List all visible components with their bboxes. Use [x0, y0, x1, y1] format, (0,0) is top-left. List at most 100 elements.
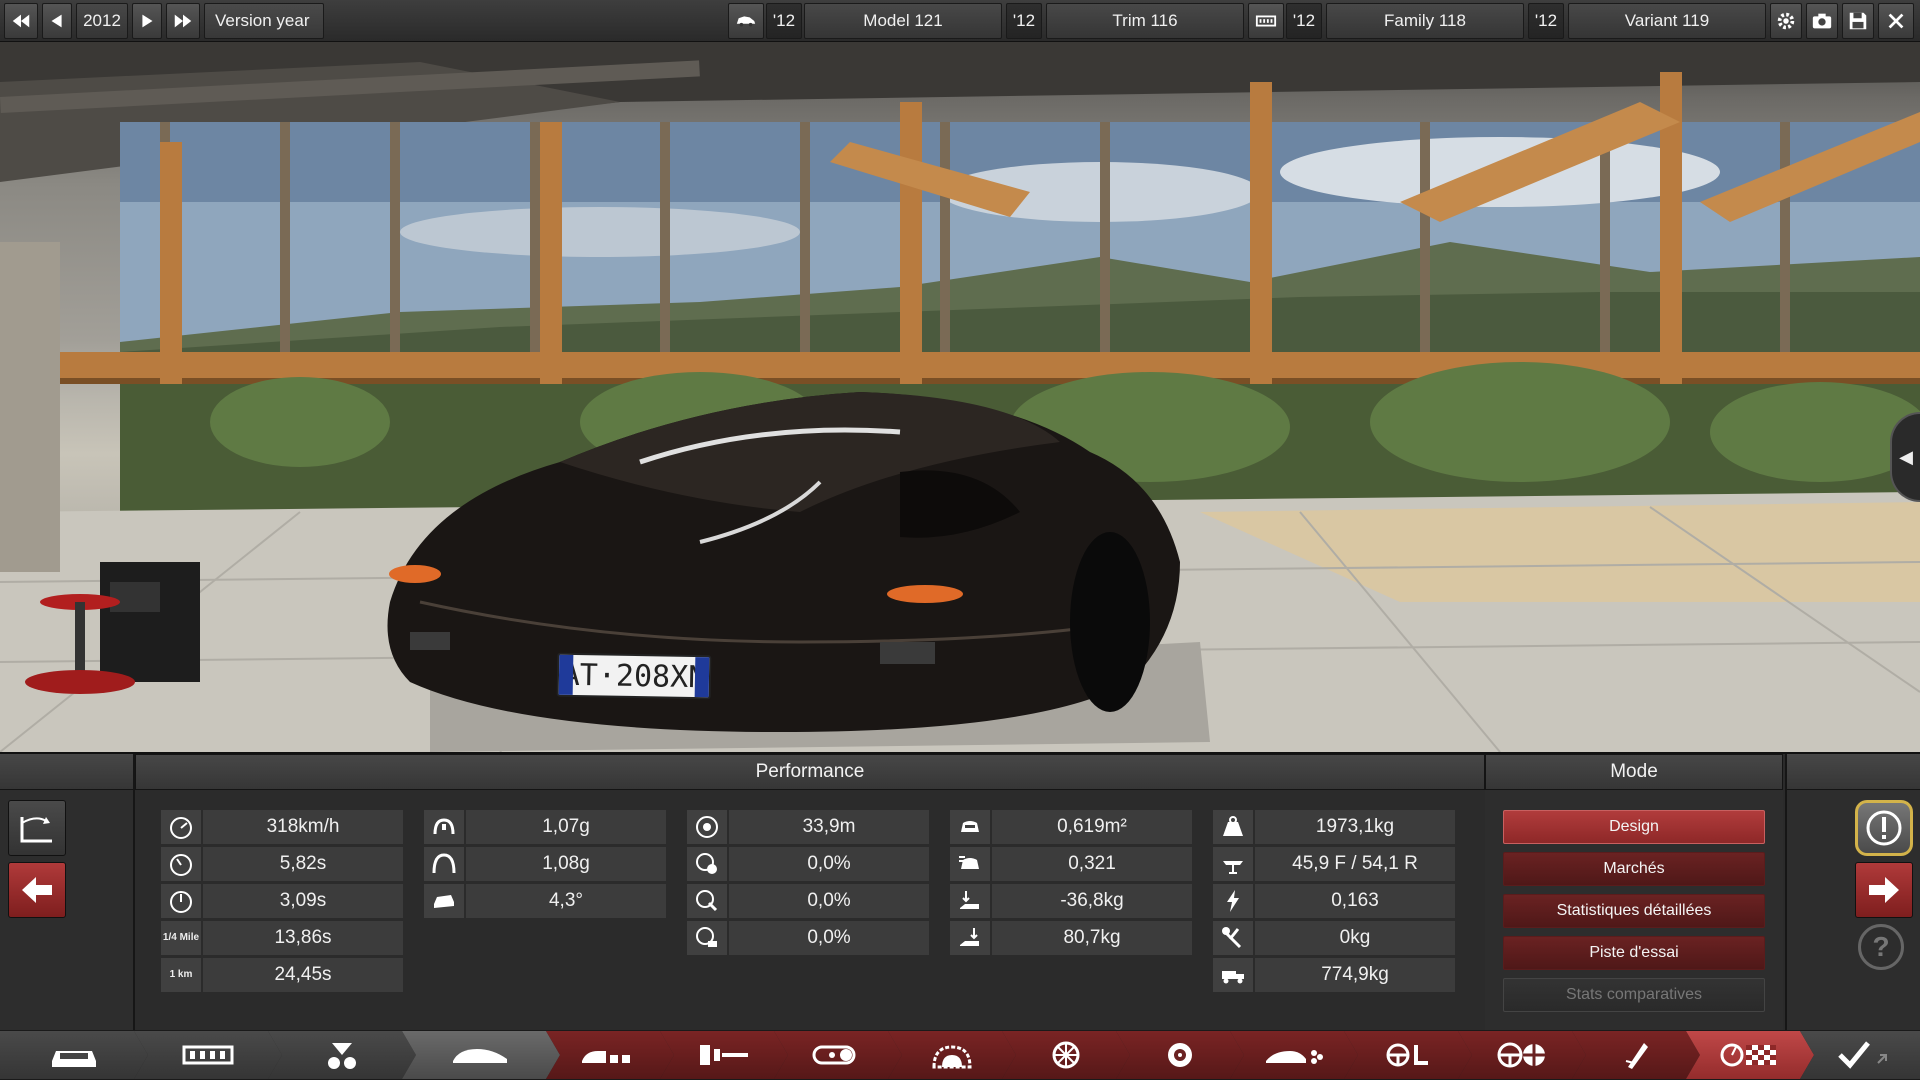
- performance-header: Performance: [135, 754, 1485, 790]
- stage-chassis-button[interactable]: [134, 1031, 282, 1079]
- stat-row-tools: 0kg: [1213, 921, 1455, 955]
- braking-distance-icon: [687, 810, 727, 844]
- stage-wheels-button[interactable]: [1002, 1031, 1130, 1079]
- stat-value: 0,0%: [729, 921, 929, 955]
- spray-gun-icon: [1604, 1039, 1668, 1071]
- double-right-arrow-icon: [174, 14, 192, 28]
- stat-row-weight-distribution: 45,9 F / 54,1 R: [1213, 847, 1455, 881]
- warning-button[interactable]: [1855, 800, 1913, 856]
- help-button[interactable]: ?: [1858, 924, 1904, 970]
- save-button[interactable]: [1842, 3, 1874, 39]
- car-front-icon: [42, 1039, 106, 1071]
- stat-row-cornering-high: 1,08g: [424, 847, 666, 881]
- front-downforce-icon: [950, 884, 990, 918]
- acceleration-0-60-icon: [161, 884, 201, 918]
- right-arrow-icon: [142, 14, 153, 28]
- stat-value: -36,8kg: [992, 884, 1192, 918]
- stat-row-accel-60: 3,09s: [161, 884, 403, 918]
- next-year-button[interactable]: [132, 3, 162, 39]
- close-button[interactable]: [1878, 3, 1914, 39]
- stage-aero-button[interactable]: [1230, 1031, 1358, 1079]
- question-mark-icon: ?: [1872, 931, 1890, 962]
- next-button[interactable]: [1855, 862, 1913, 918]
- screenshot-button[interactable]: [1806, 3, 1838, 39]
- stat-value: 0,0%: [729, 884, 929, 918]
- variant-name-field[interactable]: Variant 119: [1568, 3, 1766, 39]
- left-triangle-icon: ◀: [1899, 446, 1913, 467]
- forward-year-button[interactable]: [166, 3, 200, 39]
- stat-value: 4,3°: [466, 884, 666, 918]
- model-year: '12: [766, 3, 802, 39]
- stage-model-button[interactable]: [0, 1031, 148, 1079]
- stat-row-drag-coefficient: 0,321: [950, 847, 1192, 881]
- brake-disc-icon: [920, 1039, 984, 1071]
- stage-interior-button[interactable]: [1344, 1031, 1472, 1079]
- family-name-field[interactable]: Family 118: [1326, 3, 1524, 39]
- one-km-icon: 1 km: [161, 958, 201, 992]
- stage-brakes-button[interactable]: [888, 1031, 1016, 1079]
- gear-icon: [1777, 12, 1795, 30]
- model-name-field[interactable]: Model 121: [804, 3, 1002, 39]
- brake-temp-icon: [687, 921, 727, 955]
- prev-year-button[interactable]: [42, 3, 72, 39]
- variant-year: '12: [1528, 3, 1564, 39]
- car-showroom-viewport[interactable]: AT·208XN ◀: [0, 42, 1920, 752]
- stat-row-towing: 774,9kg: [1213, 958, 1455, 992]
- stage-tyres-button[interactable]: [1116, 1031, 1244, 1079]
- warning-exclamation-icon: [1866, 810, 1902, 846]
- stat-row-weight: 1973,1kg: [1213, 810, 1455, 844]
- stage-engine-button[interactable]: [546, 1031, 674, 1079]
- acceleration-0-100-icon: [161, 847, 201, 881]
- left-arrow-icon: [22, 877, 52, 903]
- close-icon: [1888, 13, 1904, 29]
- stat-value: 0,163: [1255, 884, 1455, 918]
- stat-row-quarter-mile: 1/4 Mile 13,86s: [161, 921, 403, 955]
- stat-row-body-roll: 4,3°: [424, 884, 666, 918]
- stage-finish-button[interactable]: [1800, 1031, 1920, 1079]
- back-button[interactable]: [8, 862, 66, 918]
- trim-name-field[interactable]: Trim 116: [1046, 3, 1244, 39]
- stage-performance-button[interactable]: [1686, 1031, 1814, 1079]
- bottom-panel: Performance 318km/h 5,82s 3,09s 1/4 Mile…: [0, 752, 1920, 1032]
- stage-fixtures-button[interactable]: [1458, 1031, 1586, 1079]
- tyre-icon: [1148, 1039, 1212, 1071]
- stage-suspension-button[interactable]: [268, 1031, 416, 1079]
- rear-downforce-icon: [950, 921, 990, 955]
- checkmark-icon: [1838, 1041, 1887, 1069]
- mode-test-track-button[interactable]: Piste d'essai: [1503, 936, 1765, 970]
- cornering-low-speed-icon: [424, 810, 464, 844]
- stat-row-top-speed: 318km/h: [161, 810, 403, 844]
- top-speed-gauge-icon: [161, 810, 201, 844]
- cornering-high-speed-icon: [424, 847, 464, 881]
- settings-button[interactable]: [1770, 3, 1802, 39]
- license-plate: AT·208XN: [556, 652, 712, 700]
- floppy-disk-icon: [1849, 12, 1867, 30]
- stat-value: 5,82s: [203, 847, 403, 881]
- rewind-year-button[interactable]: [4, 3, 38, 39]
- stat-value: 1,08g: [466, 847, 666, 881]
- showroom-scene: [0, 42, 1920, 752]
- year-field[interactable]: 2012: [76, 3, 128, 39]
- expand-side-panel-button[interactable]: ◀: [1890, 412, 1920, 502]
- camera-angle-button[interactable]: [8, 800, 66, 856]
- engine-family-button[interactable]: [1248, 3, 1284, 39]
- tools-icon: [1213, 921, 1253, 955]
- performance-stats: 318km/h 5,82s 3,09s 1/4 Mile 13,86s 1 km…: [137, 790, 1483, 1032]
- stat-value: 1,07g: [466, 810, 666, 844]
- stage-testing-button[interactable]: [1572, 1031, 1700, 1079]
- stat-row-accel-100: 5,82s: [161, 847, 403, 881]
- stage-body-button[interactable]: [402, 1031, 560, 1079]
- mode-markets-button[interactable]: Marchés: [1503, 852, 1765, 886]
- stat-value: 1973,1kg: [1255, 810, 1455, 844]
- stage-fuel-system-button[interactable]: [774, 1031, 902, 1079]
- stat-row-rear-downforce: 80,7kg: [950, 921, 1192, 955]
- mode-comparative-stats-button: Stats comparatives: [1503, 978, 1765, 1012]
- car-model-button[interactable]: [728, 3, 764, 39]
- mode-design-button[interactable]: Design: [1503, 810, 1765, 844]
- family-year: '12: [1286, 3, 1322, 39]
- suspension-icon: [310, 1039, 374, 1071]
- stat-row-power-to-weight: 0,163: [1213, 884, 1455, 918]
- stage-drivetrain-button[interactable]: [660, 1031, 788, 1079]
- stat-value: 0,619m²: [992, 810, 1192, 844]
- mode-detailed-stats-button[interactable]: Statistiques détaillées: [1503, 894, 1765, 928]
